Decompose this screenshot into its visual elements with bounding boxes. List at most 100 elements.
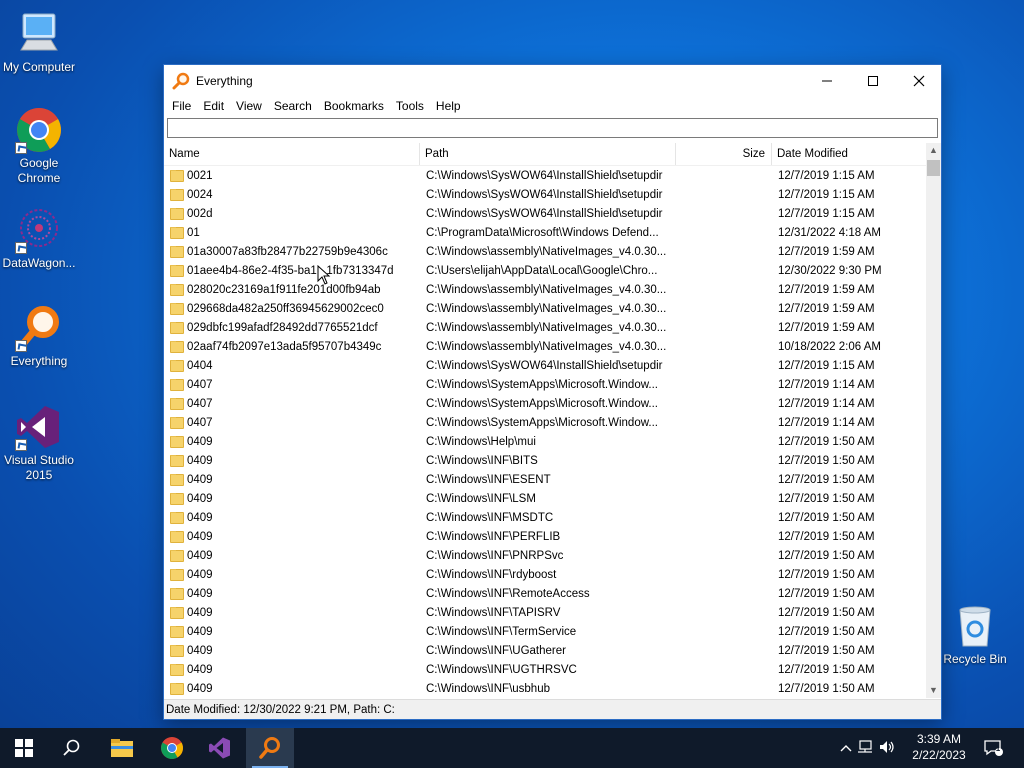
cell-name: 01aee4b4-86e2-4f35-ba1...1fb7313347d — [164, 264, 420, 277]
everything-magnifier-icon — [15, 304, 63, 352]
table-row[interactable]: 0409 C:\Windows\INF\PNRPSvc 12/7/2019 1:50… — [164, 546, 926, 565]
table-row[interactable]: 029dbfc199afadf28492dd7765521dcf C:\Windo… — [164, 318, 926, 337]
file-name: 0409 — [187, 625, 213, 638]
taskbar-chrome[interactable] — [148, 728, 196, 768]
file-name: 0409 — [187, 530, 213, 543]
file-name: 0409 — [187, 606, 213, 619]
network-icon[interactable] — [854, 739, 876, 757]
visual-studio-icon — [209, 737, 230, 759]
desktop-icon-label: My Computer — [2, 60, 76, 74]
menu-file[interactable]: File — [166, 99, 197, 113]
taskbar: 3:39 AM 2/22/2023 1 — [0, 728, 1024, 768]
file-name: 0407 — [187, 397, 213, 410]
cell-date-modified: 12/7/2019 1:59 AM — [778, 302, 875, 315]
cell-path: C:\Windows\INF\ESENT — [426, 473, 551, 486]
table-row[interactable]: 0409 C:\Windows\INF\ESENT 12/7/2019 1:50 A… — [164, 470, 926, 489]
scroll-up-arrow-icon[interactable]: ▲ — [926, 143, 941, 158]
file-name: 0407 — [187, 416, 213, 429]
table-row[interactable]: 02aaf74fb2097e13ada5f95707b4349c C:\Windo… — [164, 337, 926, 356]
table-row[interactable]: 0407 C:\Windows\SystemApps\Microsoft.Wind… — [164, 394, 926, 413]
file-name: 0409 — [187, 587, 213, 600]
table-row[interactable]: 01 C:\ProgramData\Microsoft\Windows Defen… — [164, 223, 926, 242]
column-header-name[interactable]: Name — [164, 143, 420, 165]
action-center-button[interactable]: 1 — [982, 728, 1004, 768]
table-row[interactable]: 0409 C:\Windows\INF\TAPISRV 12/7/2019 1:50… — [164, 603, 926, 622]
column-header-size[interactable]: Size — [676, 143, 772, 165]
cell-date-modified: 12/7/2019 1:50 AM — [778, 511, 875, 524]
title-bar[interactable]: Everything — [164, 65, 941, 96]
chevron-up-icon[interactable] — [838, 741, 854, 755]
cell-path: C:\Windows\assembly\NativeImages_v4.0.30… — [426, 321, 667, 334]
cell-date-modified: 12/7/2019 1:50 AM — [778, 435, 875, 448]
search-input[interactable] — [167, 118, 938, 138]
menu-view[interactable]: View — [230, 99, 268, 113]
table-row[interactable]: 002d C:\Windows\SysWOW64\InstallShield\se… — [164, 204, 926, 223]
desktop-icon-google-chrome[interactable]: Google Chrome — [0, 106, 78, 186]
table-row[interactable]: 0409 C:\Windows\INF\LSM 12/7/2019 1:50 AM — [164, 489, 926, 508]
file-name: 0409 — [187, 663, 213, 676]
table-row[interactable]: 0409 C:\Windows\INF\UGTHRSVC 12/7/2019 1:5… — [164, 660, 926, 679]
menu-search[interactable]: Search — [268, 99, 318, 113]
minimize-button[interactable] — [804, 65, 850, 96]
column-header-date-modified[interactable]: Date Modified — [772, 143, 926, 165]
menu-tools[interactable]: Tools — [390, 99, 430, 113]
table-row[interactable]: 0409 C:\Windows\INF\RemoteAccess 12/7/2019… — [164, 584, 926, 603]
everything-magnifier-icon — [259, 737, 280, 759]
table-row[interactable]: 0409 C:\Windows\INF\UGatherer 12/7/2019 1:… — [164, 641, 926, 660]
cell-name: 0409 — [164, 644, 420, 657]
file-name: 028020c23169a1f911fe201d00fb94ab — [187, 283, 381, 296]
table-row[interactable]: 0409 C:\Windows\Help\mui 12/7/2019 1:50 AM — [164, 432, 926, 451]
start-button[interactable] — [0, 728, 48, 768]
file-name: 01a30007a83fb28477b22759b9e4306c — [187, 245, 388, 258]
cell-date-modified: 12/7/2019 1:50 AM — [778, 587, 875, 600]
taskbar-visual-studio[interactable] — [196, 728, 244, 768]
scroll-thumb[interactable] — [927, 160, 940, 176]
scroll-down-arrow-icon[interactable]: ▼ — [926, 683, 941, 698]
desktop-icon-visual-studio[interactable]: Visual Studio 2015 — [0, 403, 78, 483]
table-row[interactable]: 029668da482a250ff36945629002cec0 C:\Windo… — [164, 299, 926, 318]
taskbar-everything[interactable] — [246, 728, 294, 768]
folder-icon — [170, 378, 184, 391]
desktop-icon-datawagon[interactable]: DataWagon... — [0, 206, 78, 271]
table-row[interactable]: 0021 C:\Windows\SysWOW64\InstallShield\se… — [164, 166, 926, 185]
maximize-button[interactable] — [850, 65, 896, 96]
cell-path: C:\Windows\INF\UGTHRSVC — [426, 663, 577, 676]
table-row[interactable]: 028020c23169a1f911fe201d00fb94ab C:\Windo… — [164, 280, 926, 299]
volume-icon[interactable] — [876, 740, 898, 757]
taskbar-search-button[interactable] — [48, 728, 96, 768]
folder-icon — [170, 416, 184, 429]
cell-path: C:\Windows\assembly\NativeImages_v4.0.30… — [426, 340, 667, 353]
taskbar-file-explorer[interactable] — [98, 728, 146, 768]
menu-bookmarks[interactable]: Bookmarks — [318, 99, 390, 113]
table-row[interactable]: 0409 C:\Windows\INF\rdyboost 12/7/2019 1:5… — [164, 565, 926, 584]
table-row[interactable]: 01a30007a83fb28477b22759b9e4306c C:\Windo… — [164, 242, 926, 261]
table-row[interactable]: 01aee4b4-86e2-4f35-ba1...1fb7313347d C:\U… — [164, 261, 926, 280]
table-row[interactable]: 0409 C:\Windows\INF\MSDTC 12/7/2019 1:50 A… — [164, 508, 926, 527]
table-row[interactable]: 0024 C:\Windows\SysWOW64\InstallShield\se… — [164, 185, 926, 204]
menu-edit[interactable]: Edit — [197, 99, 230, 113]
column-header-path[interactable]: Path — [420, 143, 676, 165]
table-row[interactable]: 0407 C:\Windows\SystemApps\Microsoft.Wind… — [164, 413, 926, 432]
desktop-icon-everything[interactable]: Everything — [0, 304, 78, 369]
table-row[interactable]: 0404 C:\Windows\SysWOW64\InstallShield\se… — [164, 356, 926, 375]
table-row[interactable]: 0407 C:\Windows\SystemApps\Microsoft.Wind… — [164, 375, 926, 394]
file-explorer-icon — [111, 739, 133, 757]
cell-name: 0409 — [164, 625, 420, 638]
cell-path: C:\Users\elijah\AppData\Local\Google\Chr… — [426, 264, 658, 277]
desktop-icon-recycle-bin[interactable]: Recycle Bin — [936, 602, 1014, 667]
folder-icon — [170, 568, 184, 581]
taskbar-clock[interactable]: 3:39 AM 2/22/2023 — [905, 731, 973, 763]
cell-name: 0409 — [164, 568, 420, 581]
table-row[interactable]: 0409 C:\Windows\INF\TermService 12/7/2019 … — [164, 622, 926, 641]
table-row[interactable]: 0409 C:\Windows\INF\BITS 12/7/2019 1:50 AM — [164, 451, 926, 470]
close-button[interactable] — [896, 65, 942, 96]
table-row[interactable]: 0409 C:\Windows\INF\usbhub 12/7/2019 1:50 … — [164, 679, 926, 698]
table-row[interactable]: 0409 C:\Windows\INF\PERFLIB 12/7/2019 1:50… — [164, 527, 926, 546]
file-name: 01aee4b4-86e2-4f35-ba1...1fb7313347d — [187, 264, 394, 277]
cell-path: C:\Windows\INF\usbhub — [426, 682, 550, 695]
menu-help[interactable]: Help — [430, 99, 467, 113]
vertical-scrollbar[interactable]: ▲ ▼ — [926, 143, 941, 698]
cell-path: C:\Windows\assembly\NativeImages_v4.0.30… — [426, 302, 667, 315]
cell-path: C:\Windows\INF\LSM — [426, 492, 536, 505]
desktop-icon-my-computer[interactable]: My Computer — [0, 10, 78, 75]
